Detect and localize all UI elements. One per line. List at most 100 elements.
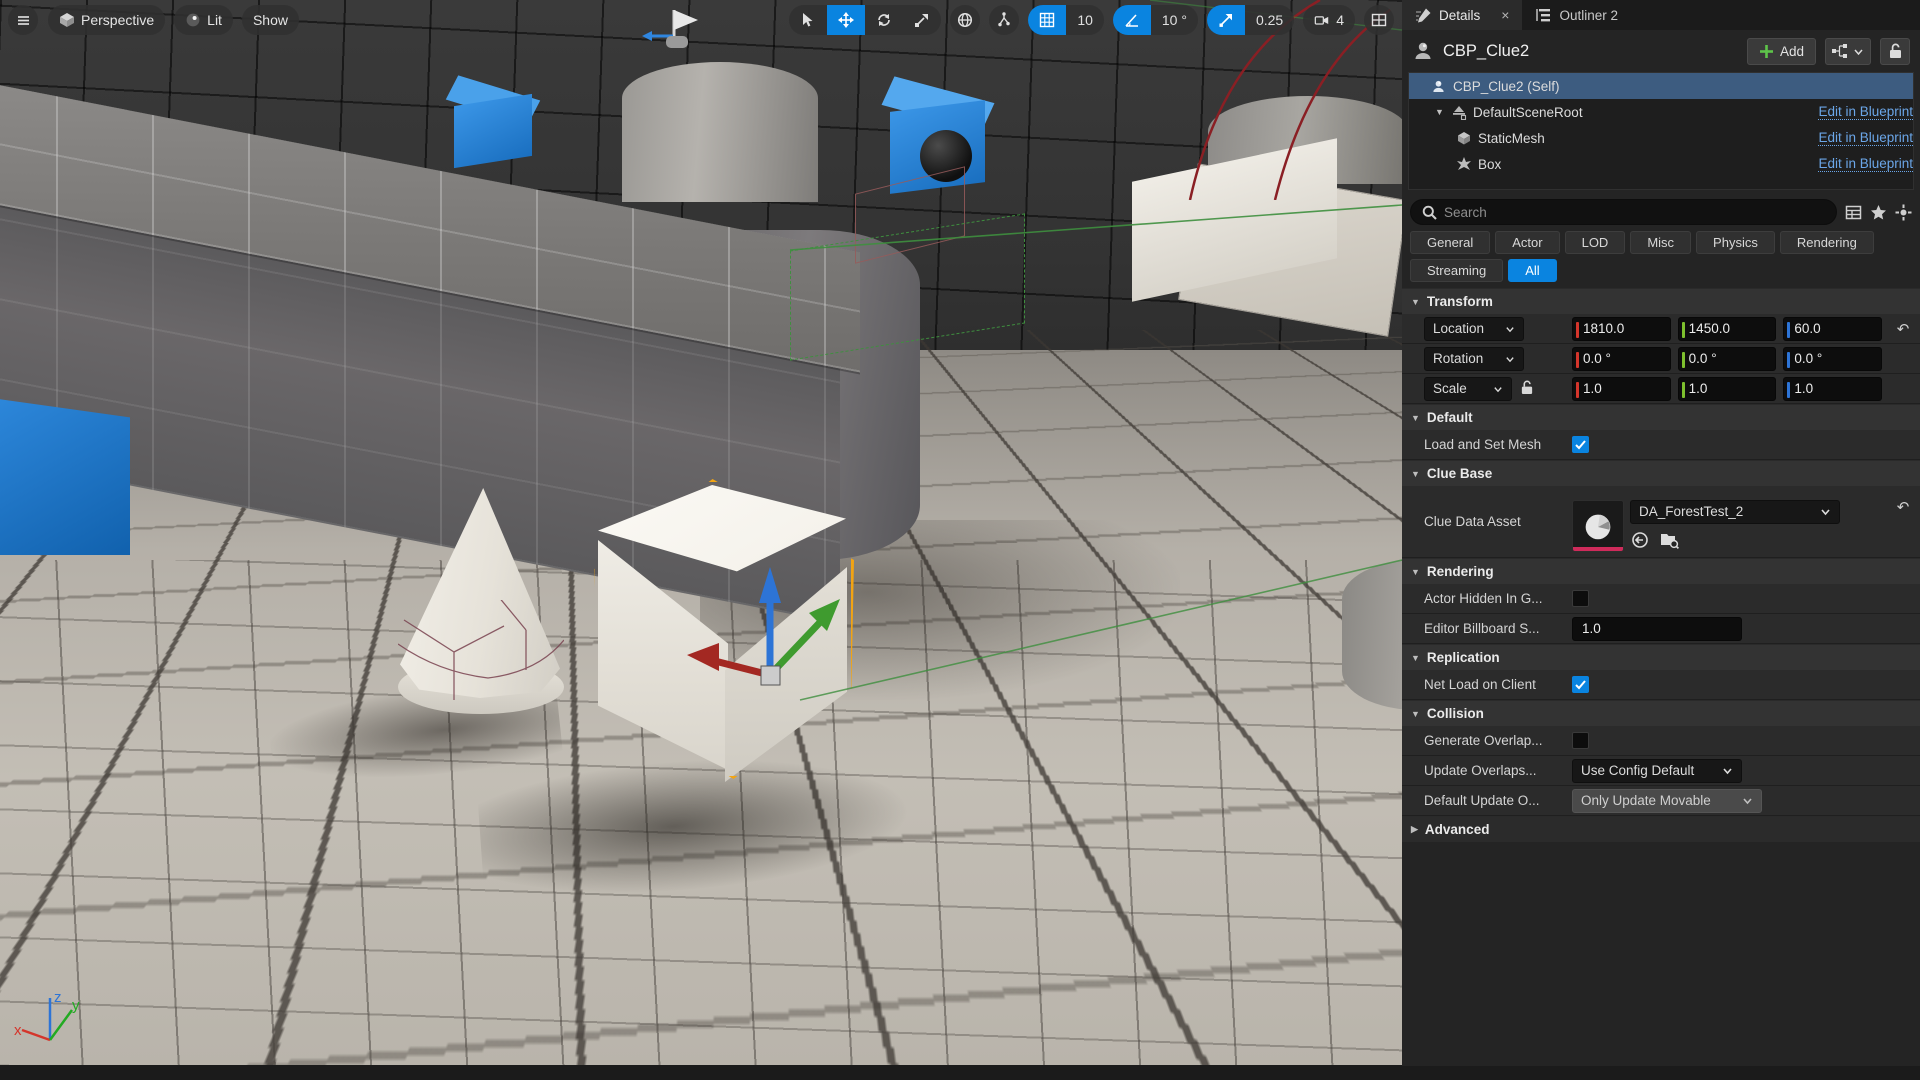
filter-chip-lod[interactable]: LOD bbox=[1564, 231, 1626, 254]
table-view-icon[interactable] bbox=[1845, 204, 1862, 221]
grid-snap-value[interactable]: 10 bbox=[1066, 5, 1104, 35]
section-header-rendering[interactable]: ▼ Rendering bbox=[1402, 558, 1920, 584]
tab-outliner-2[interactable]: Outliner 2 bbox=[1522, 0, 1631, 30]
section-header-advanced[interactable]: ▶ Advanced bbox=[1402, 816, 1920, 842]
generate-overlap-checkbox[interactable] bbox=[1572, 732, 1589, 749]
filter-chip-rendering[interactable]: Rendering bbox=[1779, 231, 1874, 254]
tree-caret-default-scene-root[interactable]: ▼ bbox=[1435, 107, 1447, 117]
coordinate-system-button[interactable] bbox=[950, 5, 981, 35]
hierarchy-dropdown-button[interactable] bbox=[1825, 37, 1871, 65]
selected-actor-cube[interactable] bbox=[590, 479, 860, 805]
rotation-z-field[interactable]: 0.0 ° bbox=[1783, 346, 1883, 371]
filter-chip-streaming[interactable]: Streaming bbox=[1410, 259, 1504, 282]
actor-icon bbox=[1415, 42, 1431, 59]
scale-snap-toggle[interactable] bbox=[1206, 5, 1245, 35]
location-x-field[interactable]: 1810.0 bbox=[1572, 316, 1671, 341]
property-row-actor-hidden-in-game: Actor Hidden In G... bbox=[1402, 584, 1920, 614]
section-header-transform[interactable]: ▼ Transform bbox=[1402, 288, 1920, 314]
location-z-field[interactable]: 60.0 bbox=[1783, 316, 1883, 341]
tree-row-default-scene-root[interactable]: ▼ DefaultSceneRoot Edit in Blueprint bbox=[1409, 99, 1913, 125]
section-header-replication[interactable]: ▼ Replication bbox=[1402, 644, 1920, 670]
viewport-layout-icon bbox=[1371, 13, 1387, 27]
tree-row-self[interactable]: CBP_Clue2 (Self) bbox=[1409, 73, 1913, 99]
level-viewport[interactable]: z x y Perspective Lit Show 10 10 ° 0.25 … bbox=[0, 0, 1402, 1065]
viewport-layout-button[interactable] bbox=[1364, 5, 1394, 35]
property-row-update-overlaps: Update Overlaps... Use Config Default bbox=[1402, 756, 1920, 786]
scale-x-field[interactable]: 1.0 bbox=[1572, 376, 1671, 401]
outliner-list-icon bbox=[1536, 8, 1551, 21]
scene-blue-cube-left[interactable] bbox=[0, 395, 130, 555]
reset-clue-data-asset-button[interactable]: ↶ bbox=[1897, 498, 1910, 516]
rotation-x-field[interactable]: 0.0 ° bbox=[1572, 346, 1671, 371]
scale-snap-group: 0.25 bbox=[1206, 5, 1295, 35]
grid-snap-toggle[interactable] bbox=[1028, 5, 1067, 35]
tab-details[interactable]: Details × bbox=[1402, 0, 1523, 30]
edit-in-blueprint-link-staticmesh[interactable]: Edit in Blueprint bbox=[1818, 130, 1913, 146]
section-title-rendering: Rendering bbox=[1426, 564, 1494, 579]
angle-snap-toggle[interactable] bbox=[1112, 5, 1151, 35]
search-input[interactable]: Search bbox=[1410, 199, 1837, 225]
camera-speed-group[interactable]: 4 bbox=[1303, 5, 1355, 35]
star-icon[interactable] bbox=[1870, 204, 1887, 221]
rotation-mode-dropdown[interactable]: Rotation bbox=[1424, 346, 1524, 371]
filter-chip-general[interactable]: General bbox=[1410, 231, 1491, 254]
settings-icon[interactable] bbox=[1895, 204, 1912, 221]
view-mode-button[interactable]: Lit bbox=[174, 5, 233, 35]
move-tool-button[interactable] bbox=[827, 5, 866, 35]
section-header-default[interactable]: ▼ Default bbox=[1402, 404, 1920, 430]
scene-blue-cube-1[interactable] bbox=[454, 93, 532, 169]
reset-location-button[interactable]: ↶ bbox=[1897, 320, 1910, 338]
select-tool-button[interactable] bbox=[789, 5, 827, 35]
add-component-button[interactable]: Add bbox=[1746, 37, 1816, 65]
scale-mode-dropdown[interactable]: Scale bbox=[1424, 376, 1512, 401]
location-y-field[interactable]: 1450.0 bbox=[1677, 316, 1777, 341]
browse-to-asset-icon[interactable] bbox=[1630, 530, 1650, 550]
viewport-menu-button[interactable] bbox=[8, 5, 38, 35]
clue-data-asset-dropdown[interactable]: DA_ForestTest_2 bbox=[1630, 499, 1840, 524]
clue-data-asset-value: DA_ForestTest_2 bbox=[1639, 504, 1744, 519]
chevron-down-icon bbox=[1506, 356, 1514, 362]
details-pencil-icon bbox=[1416, 8, 1431, 22]
surface-snap-button[interactable] bbox=[989, 5, 1020, 35]
tree-row-static-mesh[interactable]: StaticMesh Edit in Blueprint bbox=[1409, 125, 1913, 151]
find-in-content-browser-icon[interactable] bbox=[1659, 530, 1679, 550]
scale-z-field[interactable]: 1.0 bbox=[1783, 376, 1883, 401]
section-header-collision[interactable]: ▼ Collision bbox=[1402, 700, 1920, 726]
filter-chip-actor[interactable]: Actor bbox=[1495, 231, 1560, 254]
editor-billboard-scale-field[interactable]: 1.0 bbox=[1572, 616, 1742, 641]
move-gizmo-icon[interactable] bbox=[685, 555, 865, 725]
scale-tool-button[interactable] bbox=[903, 5, 941, 35]
update-overlaps-value: Use Config Default bbox=[1581, 763, 1695, 778]
tree-row-box[interactable]: Box Edit in Blueprint bbox=[1409, 151, 1913, 177]
load-and-set-mesh-checkbox[interactable] bbox=[1572, 436, 1589, 453]
camera-mode-button[interactable]: Perspective bbox=[48, 5, 166, 35]
filter-chip-misc[interactable]: Misc bbox=[1630, 231, 1692, 254]
scene-cylinder-3[interactable] bbox=[1342, 560, 1402, 710]
edit-in-blueprint-link-box[interactable]: Edit in Blueprint bbox=[1818, 156, 1913, 172]
net-load-on-client-checkbox[interactable] bbox=[1572, 676, 1589, 693]
location-mode-dropdown[interactable]: Location bbox=[1424, 316, 1524, 341]
rotation-y-field[interactable]: 0.0 ° bbox=[1677, 346, 1777, 371]
show-menu-button[interactable]: Show bbox=[241, 5, 299, 35]
update-overlaps-dropdown[interactable]: Use Config Default bbox=[1572, 758, 1742, 783]
actor-hidden-in-game-checkbox[interactable] bbox=[1572, 590, 1589, 607]
lock-details-button[interactable] bbox=[1880, 37, 1910, 65]
chevron-down-icon bbox=[1723, 768, 1732, 775]
edit-in-blueprint-link-root[interactable]: Edit in Blueprint bbox=[1818, 104, 1913, 120]
lit-sphere-icon bbox=[186, 13, 200, 27]
rotate-tool-button[interactable] bbox=[865, 5, 903, 35]
net-load-on-client-label: Net Load on Client bbox=[1424, 677, 1536, 692]
property-row-generate-overlap: Generate Overlap... bbox=[1402, 726, 1920, 756]
scene-cylinder-1[interactable] bbox=[622, 62, 818, 202]
section-header-clue-base[interactable]: ▼ Clue Base bbox=[1402, 460, 1920, 486]
scale-lock-button[interactable] bbox=[1520, 380, 1534, 398]
angle-snap-value[interactable]: 10 ° bbox=[1151, 5, 1198, 35]
tree-label-self: CBP_Clue2 (Self) bbox=[1453, 78, 1560, 94]
clue-data-asset-thumbnail[interactable] bbox=[1572, 499, 1624, 552]
tab-details-close-icon[interactable]: × bbox=[1501, 7, 1509, 23]
chevron-right-icon: ▶ bbox=[1411, 824, 1418, 834]
filter-chip-physics[interactable]: Physics bbox=[1696, 231, 1775, 254]
filter-chip-all[interactable]: All bbox=[1508, 259, 1557, 282]
scale-y-field[interactable]: 1.0 bbox=[1677, 376, 1777, 401]
scale-snap-value[interactable]: 0.25 bbox=[1245, 5, 1294, 35]
